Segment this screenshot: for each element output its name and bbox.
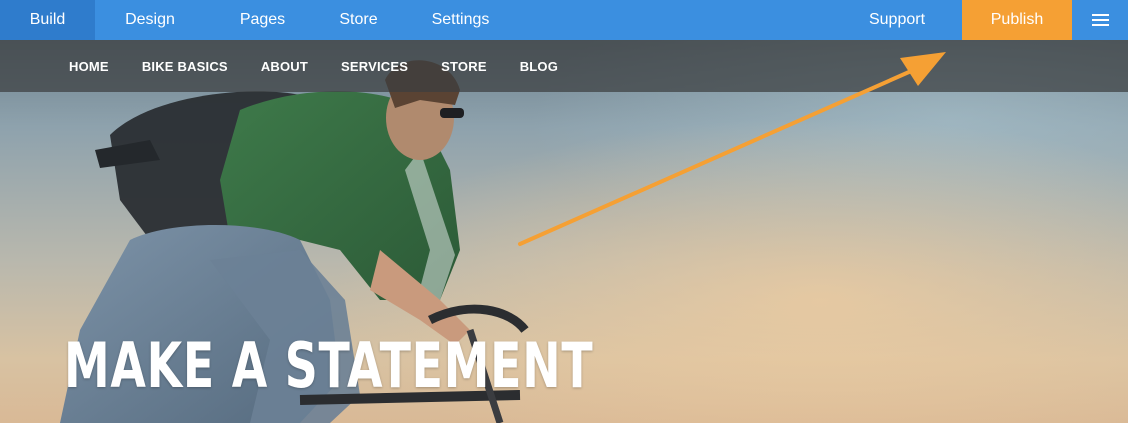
menu-button[interactable] [1072, 0, 1128, 40]
nav-item-blog[interactable]: BLOG [520, 59, 558, 74]
editor-toolbar: Build Design Pages Store Settings Suppor… [0, 0, 1128, 40]
hamburger-menu-icon [1091, 13, 1109, 27]
nav-item-store[interactable]: STORE [441, 59, 487, 74]
tab-build[interactable]: Build [0, 0, 95, 40]
tab-pages[interactable]: Pages [205, 0, 320, 40]
nav-item-home[interactable]: HOME [69, 59, 109, 74]
nav-item-services[interactable]: SERVICES [341, 59, 408, 74]
tab-store[interactable]: Store [320, 0, 397, 40]
hero-headline[interactable]: MAKE A STATEMENT [64, 326, 593, 406]
support-button[interactable]: Support [852, 0, 942, 40]
tab-settings[interactable]: Settings [397, 0, 524, 40]
nav-item-bike-basics[interactable]: BIKE BASICS [142, 59, 228, 74]
publish-button[interactable]: Publish [962, 0, 1072, 40]
nav-item-about[interactable]: ABOUT [261, 59, 308, 74]
tab-design[interactable]: Design [95, 0, 205, 40]
editor-screen: Build Design Pages Store Settings Suppor… [0, 0, 1128, 423]
site-navigation: HOME BIKE BASICS ABOUT SERVICES STORE BL… [0, 40, 1128, 92]
